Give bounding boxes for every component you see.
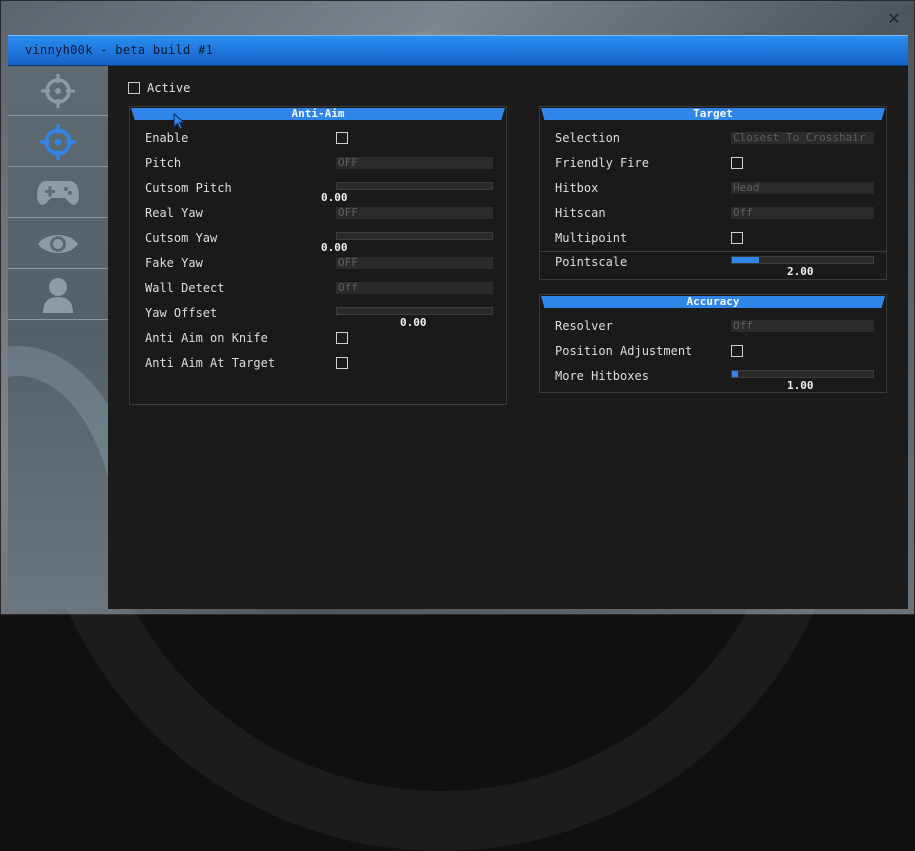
crosshair-icon bbox=[40, 123, 76, 160]
active-checkbox[interactable] bbox=[128, 82, 140, 94]
hitscan-row: Hitscan Off bbox=[555, 203, 874, 225]
yaw-offset-slider[interactable] bbox=[336, 307, 493, 315]
sidebar-decoration bbox=[8, 346, 108, 609]
more-hitboxes-slider[interactable] bbox=[731, 370, 874, 378]
yaw-offset-label: Yaw Offset bbox=[145, 306, 218, 320]
friendly-fire-label: Friendly Fire bbox=[555, 156, 649, 170]
friendly-fire-checkbox[interactable] bbox=[731, 157, 743, 169]
title-bar[interactable]: vinnyh00k - beta build #1 bbox=[8, 35, 908, 66]
enable-checkbox[interactable] bbox=[336, 132, 348, 144]
eye-icon bbox=[38, 234, 78, 253]
target-panel-extension: Pointscale 2.00 bbox=[539, 252, 887, 280]
real-yaw-label: Real Yaw bbox=[145, 206, 203, 220]
wall-detect-label: Wall Detect bbox=[145, 281, 225, 295]
wall-detect-dropdown[interactable]: Off bbox=[336, 282, 493, 294]
user-icon bbox=[43, 277, 73, 313]
pointscale-value: 2.00 bbox=[787, 265, 814, 278]
custom-yaw-label: Cutsom Yaw bbox=[145, 231, 218, 245]
custom-yaw-row: Cutsom Yaw 0.00 bbox=[145, 228, 494, 254]
active-label: Active bbox=[147, 81, 191, 95]
multipoint-label: Multipoint bbox=[555, 231, 628, 245]
resolver-label: Resolver bbox=[555, 319, 613, 333]
pointscale-label: Pointscale bbox=[555, 255, 628, 269]
at-target-label: Anti Aim At Target bbox=[145, 356, 276, 370]
custom-pitch-slider[interactable] bbox=[336, 182, 493, 190]
more-hitboxes-fill bbox=[732, 371, 738, 377]
custom-pitch-row: Cutsom Pitch 0.00 bbox=[145, 178, 494, 204]
target-panel-header: Target bbox=[541, 108, 885, 120]
tab-ragebot[interactable] bbox=[8, 66, 108, 116]
multipoint-row: Multipoint bbox=[555, 228, 874, 250]
pitch-row: Pitch OFF bbox=[145, 153, 494, 175]
position-adjustment-label: Position Adjustment bbox=[555, 344, 693, 358]
active-toggle-row: Active bbox=[128, 81, 190, 95]
at-target-checkbox[interactable] bbox=[336, 357, 348, 369]
more-hitboxes-label: More Hitboxes bbox=[555, 369, 649, 383]
real-yaw-dropdown[interactable]: OFF bbox=[336, 207, 493, 219]
tab-visuals[interactable] bbox=[8, 219, 108, 269]
position-adjustment-row: Position Adjustment bbox=[555, 341, 874, 363]
mouse-cursor-icon bbox=[173, 113, 186, 130]
knife-checkbox[interactable] bbox=[336, 332, 348, 344]
window-title: vinnyh00k - beta build #1 bbox=[25, 43, 214, 57]
gamepad-icon bbox=[37, 180, 79, 205]
tab-players[interactable] bbox=[8, 270, 108, 320]
at-target-row: Anti Aim At Target bbox=[145, 353, 494, 375]
knife-label: Anti Aim on Knife bbox=[145, 331, 268, 345]
close-button[interactable]: ✕ bbox=[886, 11, 902, 27]
hitbox-label: Hitbox bbox=[555, 181, 599, 195]
main-content: Active Anti-Aim Enable Pitch OFF Cutsom … bbox=[108, 66, 908, 609]
tab-misc[interactable] bbox=[8, 168, 108, 218]
antiaim-panel-header: Anti-Aim bbox=[131, 108, 505, 120]
antiaim-panel: Anti-Aim Enable Pitch OFF Cutsom Pitch 0… bbox=[129, 106, 507, 405]
custom-yaw-slider[interactable] bbox=[336, 232, 493, 240]
wall-detect-row: Wall Detect Off bbox=[145, 278, 494, 300]
multipoint-checkbox[interactable] bbox=[731, 232, 743, 244]
tab-antiaim[interactable] bbox=[8, 117, 108, 167]
hitbox-row: Hitbox Head bbox=[555, 178, 874, 200]
sidebar bbox=[8, 66, 108, 609]
real-yaw-row: Real Yaw OFF bbox=[145, 203, 494, 225]
fake-yaw-row: Fake Yaw OFF bbox=[145, 253, 494, 275]
more-hitboxes-value: 1.00 bbox=[787, 379, 814, 392]
antiaim-enable-row: Enable bbox=[145, 128, 494, 150]
yaw-offset-row: Yaw Offset 0.00 bbox=[145, 303, 494, 329]
knife-row: Anti Aim on Knife bbox=[145, 328, 494, 350]
accuracy-panel-header: Accuracy bbox=[541, 296, 885, 308]
selection-row: Selection Closest To Crosshair bbox=[555, 128, 874, 150]
crosshair-icon bbox=[41, 73, 75, 108]
accuracy-panel: Accuracy Resolver Off Position Adjustmen… bbox=[539, 294, 887, 393]
hitbox-dropdown[interactable]: Head bbox=[731, 182, 874, 194]
enable-label: Enable bbox=[145, 131, 189, 145]
app-window: ✕ vinnyh00k - beta build #1 Active Anti-… bbox=[0, 0, 915, 851]
pointscale-row: Pointscale 2.00 bbox=[555, 252, 874, 278]
target-panel: Target Selection Closest To Crosshair Fr… bbox=[539, 106, 887, 252]
resolver-row: Resolver Off bbox=[555, 316, 874, 338]
hitscan-label: Hitscan bbox=[555, 206, 606, 220]
pointscale-fill bbox=[732, 257, 759, 263]
position-adjustment-checkbox[interactable] bbox=[731, 345, 743, 357]
pointscale-slider[interactable] bbox=[731, 256, 874, 264]
selection-label: Selection bbox=[555, 131, 621, 145]
pitch-dropdown[interactable]: OFF bbox=[336, 157, 493, 169]
pitch-label: Pitch bbox=[145, 156, 182, 170]
resolver-dropdown[interactable]: Off bbox=[731, 320, 874, 332]
fake-yaw-dropdown[interactable]: OFF bbox=[336, 257, 493, 269]
more-hitboxes-row: More Hitboxes 1.00 bbox=[555, 366, 874, 392]
selection-dropdown[interactable]: Closest To Crosshair bbox=[731, 132, 874, 144]
custom-pitch-label: Cutsom Pitch bbox=[145, 181, 232, 195]
fake-yaw-label: Fake Yaw bbox=[145, 256, 203, 270]
friendly-fire-row: Friendly Fire bbox=[555, 153, 874, 175]
hitscan-dropdown[interactable]: Off bbox=[731, 207, 874, 219]
